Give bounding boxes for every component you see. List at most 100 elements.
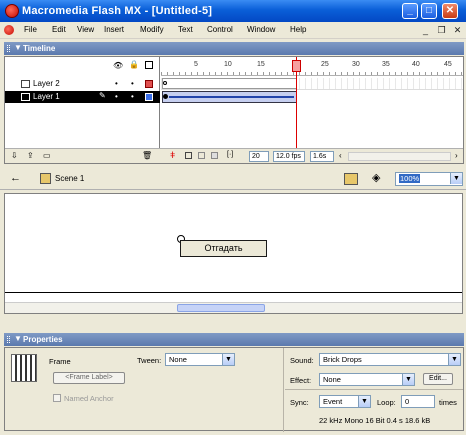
add-guide-layer-icon[interactable]: ⇪ [27,151,34,160]
layer-name: Layer 2 [33,79,60,88]
modify-onion-markers-icon[interactable]: [·] [227,151,233,158]
loop-value: 0 [405,397,410,406]
scene-icon [40,173,51,184]
keyframe-icon[interactable] [163,94,168,99]
pencil-icon: ✎ [99,91,106,100]
document-icon[interactable] [4,25,14,35]
menu-control[interactable]: Control [207,25,233,34]
collapse-arrow-icon[interactable]: ▼ [14,43,22,52]
delete-layer-icon[interactable]: 🗑 [142,151,152,160]
dropdown-arrow-icon[interactable]: ▼ [450,173,462,184]
eye-icon[interactable]: 👁 [113,61,123,70]
guess-button[interactable]: Отгадать [180,240,267,257]
menu-help[interactable]: Help [290,25,306,34]
edit-multiple-frames-icon[interactable] [211,152,218,159]
loop-label: Loop: [377,398,396,407]
named-anchor-checkbox[interactable] [53,394,61,402]
scroll-left-icon[interactable]: ‹ [339,151,342,160]
edit-symbols-icon[interactable]: ◈ [372,171,380,184]
maximize-button[interactable]: □ [421,3,437,19]
onion-outline-icon[interactable] [198,152,205,159]
visible-dot-icon[interactable]: • [115,92,118,101]
edit-scene-icon[interactable] [344,173,358,185]
menu-modify[interactable]: Modify [140,25,164,34]
ruler-label: 45 [444,61,452,68]
menu-file[interactable]: File [24,25,37,34]
sound-select[interactable]: Brick Drops ▼ [319,353,461,366]
menu-edit[interactable]: Edit [52,25,66,34]
named-anchor-label: Named Anchor [64,394,114,403]
menu-window[interactable]: Window [247,25,275,34]
flash-app-icon[interactable] [5,4,19,18]
panel-grip-icon[interactable] [7,336,10,343]
insert-folder-icon[interactable]: ▭ [43,151,51,160]
collapse-arrow-icon[interactable]: ▼ [14,334,22,343]
lock-dot-icon[interactable]: • [131,92,134,101]
frame-span[interactable] [162,78,297,89]
properties-panel-header[interactable]: ▼ Properties [4,333,464,346]
visible-dot-icon[interactable]: • [115,79,118,88]
center-frame-icon[interactable]: ǂ [170,150,175,160]
dropdown-arrow-icon[interactable]: ▼ [448,354,460,365]
window-title: Macromedia Flash MX - [Untitled-5] [22,5,213,17]
edit-sound-button[interactable]: Edit... [423,373,453,385]
timeline-title: Timeline [23,44,56,53]
timeline-toolbar: ⇩ ⇪ ▭ 🗑 ǂ [·] 20 12.0 fps 1.6s ‹ › [5,148,463,163]
tween-value: None [169,355,187,364]
layer-1-frames[interactable] [161,91,463,103]
outline-icon[interactable] [145,61,153,69]
lock-icon[interactable]: 🔒 [129,60,139,69]
divider [285,389,463,390]
properties-title: Properties [23,335,63,344]
lock-dot-icon[interactable]: • [131,79,134,88]
menu-insert[interactable]: Insert [104,25,124,34]
insert-layer-icon[interactable]: ⇩ [11,151,18,160]
times-label: times [439,398,457,407]
keyframe-icon[interactable] [163,81,167,85]
menu-view[interactable]: View [77,25,94,34]
effect-select[interactable]: None ▼ [319,373,415,386]
tween-label: Tween: [137,356,162,365]
layer-color-swatch[interactable] [145,93,153,101]
sync-select[interactable]: Event ▼ [319,395,371,408]
scroll-thumb[interactable] [177,304,265,312]
ruler-label: 10 [224,61,232,68]
layer-icon [21,80,30,88]
timeline-hscroll[interactable] [348,152,451,161]
layer-color-swatch[interactable] [145,80,153,88]
scroll-right-icon[interactable]: › [455,151,458,160]
stage-hscroll[interactable] [5,302,462,313]
stage[interactable]: Отгадать [4,193,463,314]
frame-label-field[interactable]: <Frame Label> [53,372,125,384]
ruler-label: 35 [382,61,390,68]
scene-label[interactable]: Scene 1 [55,174,84,183]
ruler-label: 5 [194,61,198,68]
close-button[interactable]: ✕ [442,3,458,19]
back-arrow-icon[interactable]: ← [10,172,21,184]
layer-2-frames[interactable] [161,78,463,90]
ruler-label: 30 [352,61,360,68]
effect-value: None [323,375,341,384]
loop-input[interactable]: 0 [401,395,435,408]
panel-grip-icon[interactable] [7,45,10,52]
onion-skin-icon[interactable] [185,152,192,159]
layer-row-2[interactable]: Layer 2 • • [5,78,160,90]
zoom-select[interactable]: 100% ▼ [395,172,463,186]
layer-row-1[interactable]: Layer 1 ✎ • • [5,91,160,103]
frame-rate-field[interactable]: 12.0 fps [273,151,305,162]
playhead-marker[interactable] [292,60,301,72]
frame-ruler[interactable]: 5 10 15 25 30 35 40 45 [161,57,463,76]
timeline-panel-header[interactable]: ▼ Timeline [4,42,464,55]
doc-minimize-icon[interactable]: _ [420,25,431,36]
menu-text[interactable]: Text [178,25,193,34]
sync-label: Sync: [290,398,309,407]
dropdown-arrow-icon[interactable]: ▼ [358,396,370,407]
doc-close-icon[interactable]: ✕ [452,25,463,36]
dropdown-arrow-icon[interactable]: ▼ [402,374,414,385]
sync-value: Event [323,397,343,406]
doc-restore-icon[interactable]: ❐ [436,25,447,36]
timeline-panel: 👁 🔒 Layer 2 • • Layer 1 ✎ • • 5 10 15 25… [4,56,464,164]
tween-select[interactable]: None ▼ [165,353,235,366]
minimize-button[interactable]: _ [402,3,418,19]
dropdown-arrow-icon[interactable]: ▼ [222,354,234,365]
